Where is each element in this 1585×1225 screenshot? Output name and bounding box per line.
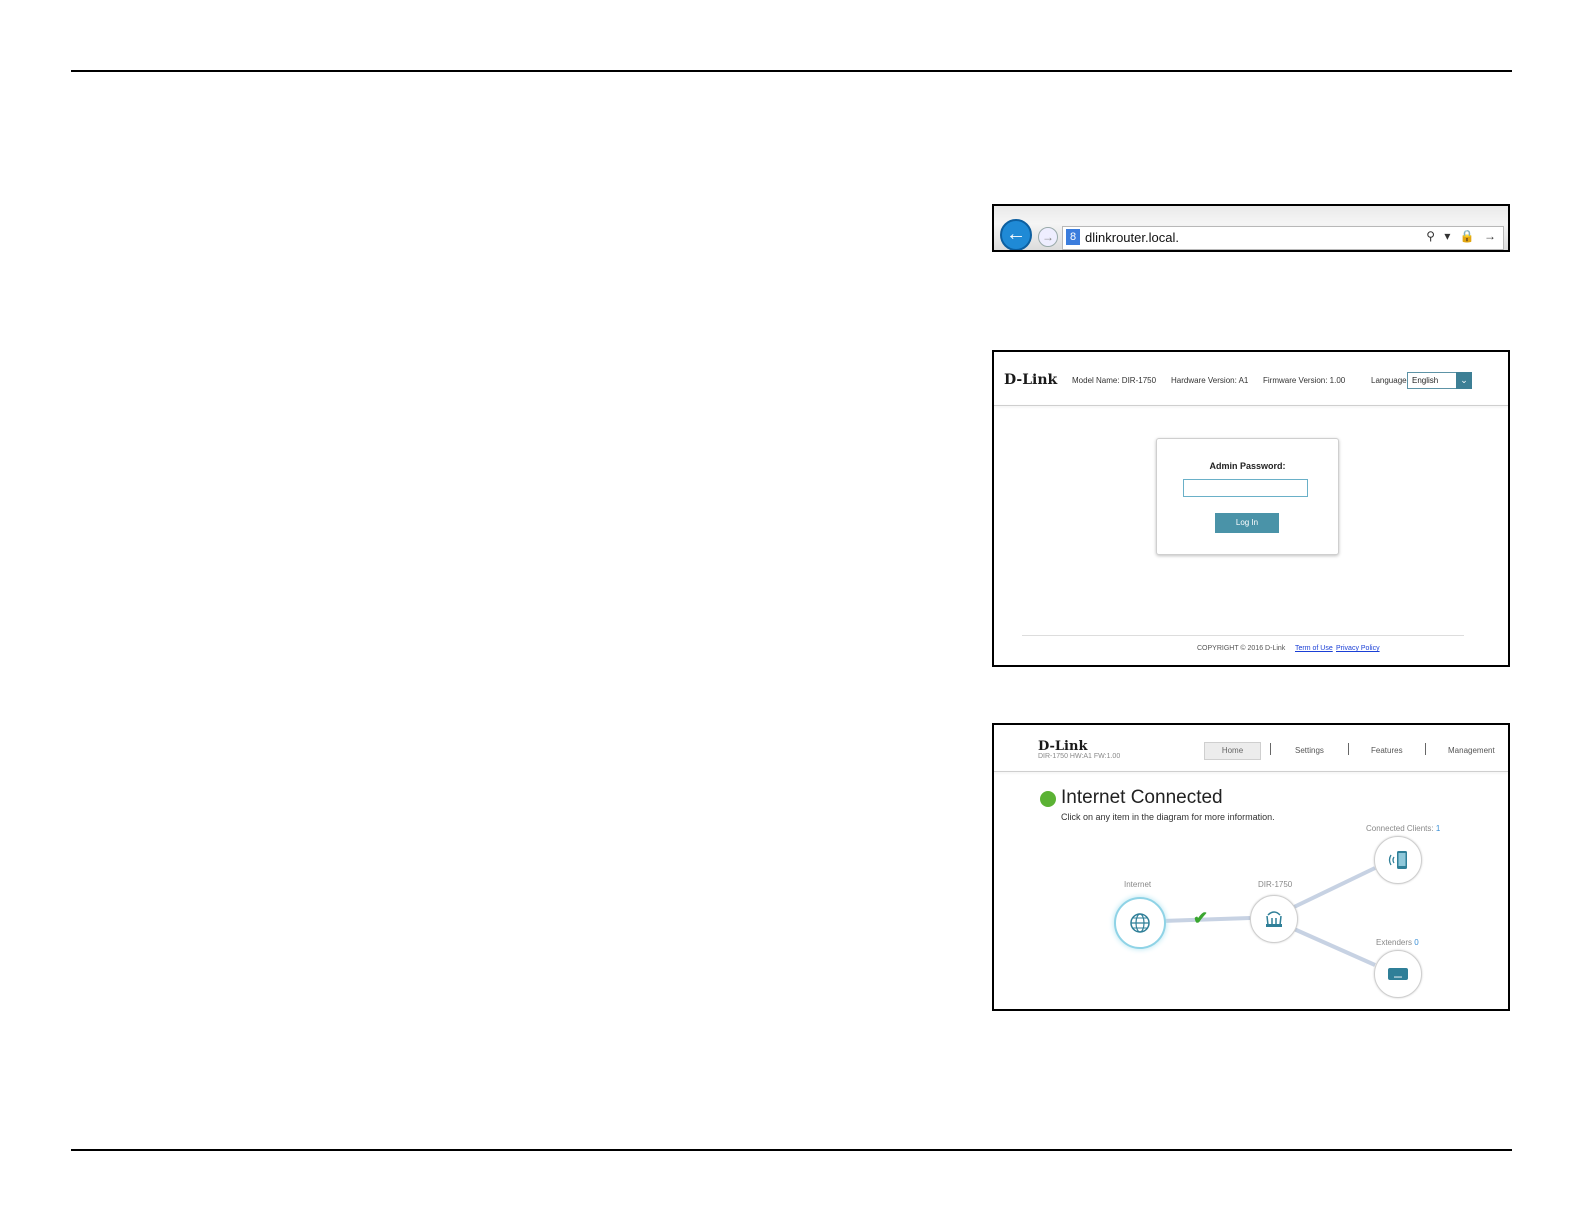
- terms-link[interactable]: Term of Use: [1295, 645, 1333, 652]
- login-button[interactable]: Log In: [1215, 513, 1279, 533]
- connected-clients-count: 1: [1435, 824, 1441, 833]
- internet-label: Internet: [1124, 880, 1152, 889]
- bottom-rule: [71, 1149, 1512, 1151]
- language-label: Language: [1371, 376, 1407, 385]
- internet-node[interactable]: [1114, 897, 1166, 949]
- connected-clients-text: Connected Clients:: [1366, 824, 1434, 833]
- extender-icon: [1375, 951, 1421, 997]
- extenders-count: 0: [1414, 938, 1419, 947]
- language-select[interactable]: English ⌄: [1407, 372, 1472, 389]
- admin-password-label: Admin Password:: [1209, 461, 1286, 471]
- model-name: Model Name: DIR-1750: [1072, 376, 1157, 385]
- chevron-down-icon[interactable]: ⌄: [1456, 372, 1472, 389]
- extenders-text: Extenders: [1376, 938, 1413, 947]
- header-divider: [994, 405, 1508, 406]
- connected-clients-node[interactable]: [1374, 836, 1422, 884]
- tablet-icon: [1375, 837, 1421, 883]
- forward-arrow-icon[interactable]: →: [1038, 227, 1058, 247]
- router-icon: [1251, 896, 1297, 942]
- extenders-label: Extenders 0: [1376, 938, 1419, 947]
- connected-clients-label: Connected Clients: 1: [1366, 824, 1440, 833]
- dlink-logo: D-Link: [1004, 372, 1058, 388]
- address-bar-icons[interactable]: ⚲ ▾ 🔒 →: [1426, 229, 1499, 243]
- top-rule: [71, 70, 1512, 72]
- url-text: dlinkrouter.local.: [1085, 230, 1179, 245]
- login-box: Admin Password: Log In: [1156, 438, 1339, 555]
- back-arrow-icon[interactable]: ←: [1000, 219, 1032, 250]
- search-engine-icon: 8: [1066, 229, 1080, 245]
- copyright-text: COPYRIGHT © 2016 D-Link: [1197, 645, 1286, 652]
- network-links: [1161, 866, 1376, 967]
- browser-address-bar: ← → 8 dlinkrouter.local. ⚲ ▾ 🔒 →: [992, 204, 1510, 252]
- router-label: DIR-1750: [1258, 880, 1293, 889]
- router-node[interactable]: [1250, 895, 1298, 943]
- check-icon: ✔: [1193, 908, 1209, 928]
- password-input[interactable]: [1183, 479, 1308, 497]
- language-value: English: [1412, 376, 1439, 385]
- globe-icon: [1116, 899, 1164, 947]
- footer-divider: [1022, 635, 1464, 636]
- firmware-version: Firmware Version: 1.00: [1263, 376, 1346, 385]
- address-field[interactable]: 8 dlinkrouter.local. ⚲ ▾ 🔒 →: [1062, 226, 1504, 250]
- home-page-screenshot: D-Link DIR-1750 HW:A1 FW:1.00 Home Setti…: [992, 723, 1510, 1011]
- login-page-screenshot: D-Link Model Name: DIR-1750 Hardware Ver…: [992, 350, 1510, 667]
- privacy-link[interactable]: Privacy Policy: [1336, 645, 1380, 652]
- hardware-version: Hardware Version: A1: [1171, 376, 1249, 385]
- extenders-node[interactable]: [1374, 950, 1422, 998]
